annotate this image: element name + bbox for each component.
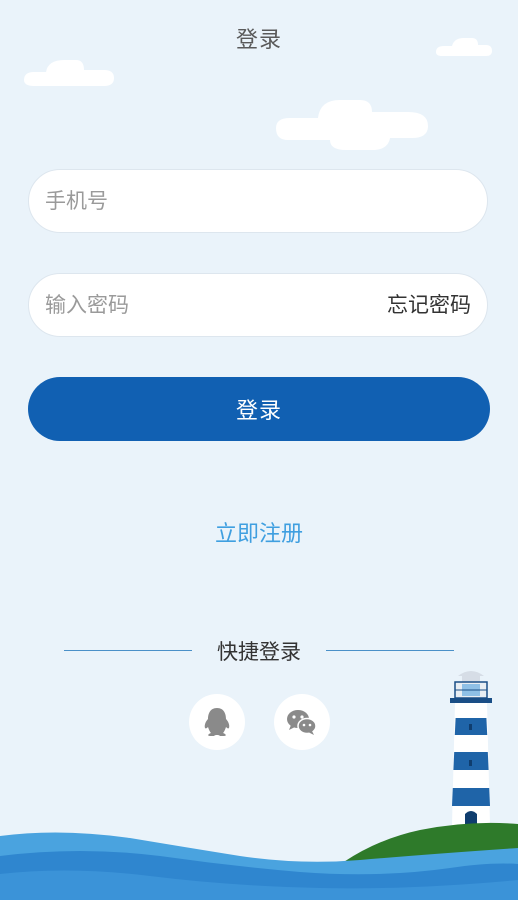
cloud-decoration — [276, 100, 428, 150]
forgot-password-link[interactable]: 忘记密码 — [387, 274, 471, 336]
landscape-illustration — [0, 671, 518, 900]
divider-line — [326, 650, 454, 651]
password-input[interactable] — [45, 274, 365, 336]
page-title: 登录 — [235, 28, 282, 53]
login-button[interactable]: 登录 — [28, 377, 490, 441]
password-field[interactable]: 忘记密码 — [28, 273, 488, 337]
lighthouse-icon — [450, 671, 492, 826]
login-page: 登录 忘记密码 登录 立即注册 快捷登录 — [0, 0, 518, 900]
phone-field[interactable] — [28, 169, 488, 233]
phone-input[interactable] — [45, 170, 365, 232]
register-link[interactable]: 立即注册 — [0, 516, 518, 548]
cloud-decoration — [24, 60, 114, 86]
